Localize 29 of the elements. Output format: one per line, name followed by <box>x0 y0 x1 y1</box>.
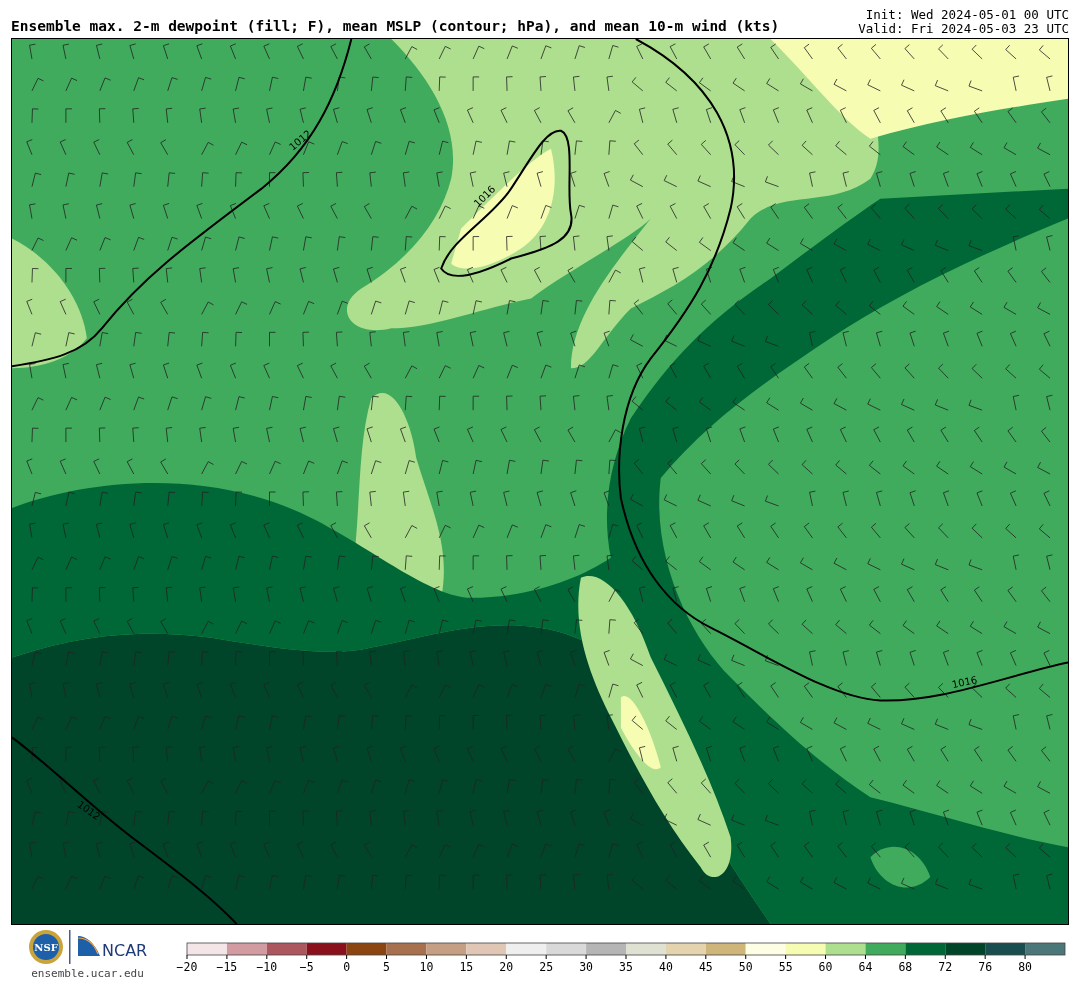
tick-label: 10 <box>419 960 434 974</box>
tick-label: 64 <box>858 960 873 974</box>
tick-label: 80 <box>1018 960 1032 974</box>
contour-label: 1016 <box>950 674 978 691</box>
site-url: ensemble.ucar.edu <box>31 967 144 980</box>
tick-label: −5 <box>299 960 314 974</box>
tick-label: 35 <box>619 960 633 974</box>
ncar-logo: NCAR <box>75 934 152 960</box>
tick-label: 20 <box>499 960 514 974</box>
tick-label: 5 <box>383 960 390 974</box>
tick-label: 72 <box>938 960 953 974</box>
tick-label: 25 <box>539 960 554 974</box>
tick-label: −15 <box>216 960 238 974</box>
tick-label: −20 <box>176 960 198 974</box>
tick-label: 45 <box>698 960 713 974</box>
tick-label: −10 <box>256 960 278 974</box>
tick-label: 15 <box>459 960 474 974</box>
nsf-logo: NSF <box>27 929 64 965</box>
tick-label: 60 <box>818 960 833 974</box>
valid-time: Valid: Fri 2024-05-03 23 UTC <box>858 22 1069 36</box>
tick-label: 68 <box>898 960 913 974</box>
tick-label: 76 <box>978 960 993 974</box>
plot-title: Ensemble max. 2-m dewpoint (fill; F), mean MSLP (contour; hPa), and mean 10-m wind (kts) <box>11 18 780 36</box>
tick-label: 0 <box>343 960 351 974</box>
tick-label: 50 <box>738 960 753 974</box>
tick-label: 55 <box>778 960 793 974</box>
tick-label: 30 <box>579 960 593 974</box>
init-time: Init: Wed 2024-05-01 00 UTC <box>865 8 1069 22</box>
tick-label: 40 <box>659 960 673 974</box>
